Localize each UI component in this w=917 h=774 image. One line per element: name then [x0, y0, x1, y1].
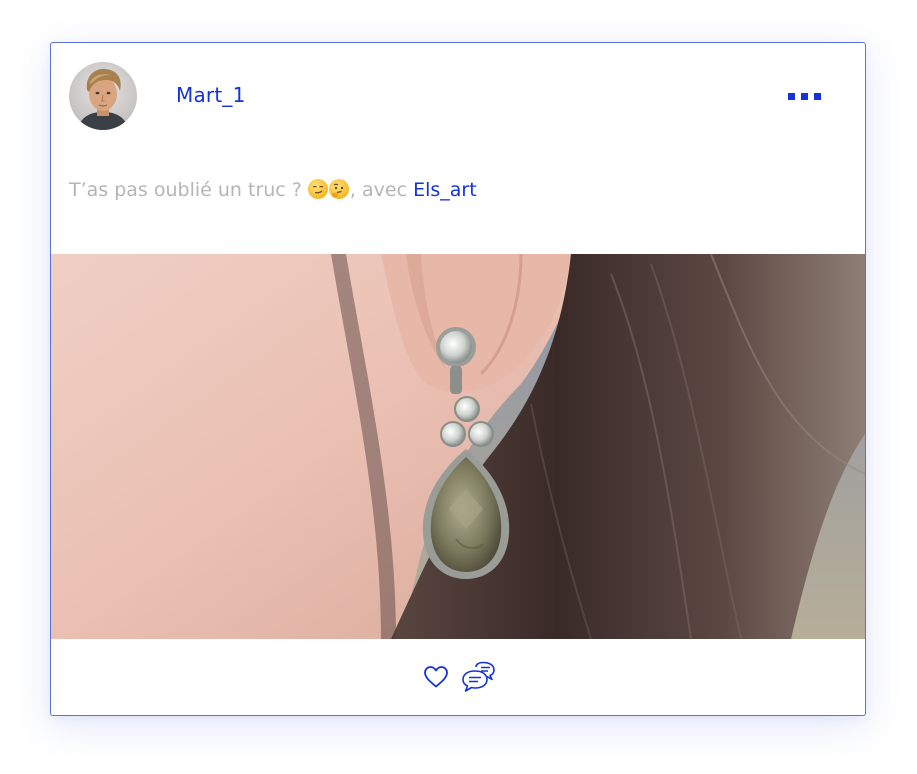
- username-link[interactable]: Mart_1: [176, 83, 246, 107]
- caption-with-text: , avec: [349, 179, 414, 201]
- heart-icon[interactable]: [423, 665, 449, 689]
- post-photo[interactable]: [51, 254, 865, 639]
- avatar[interactable]: [69, 62, 137, 130]
- thinking-face-emoji-icon: [328, 179, 349, 199]
- earring-photo: [51, 254, 865, 639]
- smirking-face-emoji-icon: [307, 179, 328, 199]
- comments-icon[interactable]: [461, 661, 497, 693]
- post-caption: T’as pas oublié un truc ? , avec Els_art: [69, 179, 477, 201]
- more-options-icon[interactable]: [779, 81, 829, 111]
- caption-text: T’as pas oublié un truc ?: [69, 179, 308, 201]
- post-header: Mart_1: [51, 43, 865, 148]
- avatar-image: [69, 62, 137, 130]
- post-card: Mart_1 T’as pas oublié un truc ? , avec …: [50, 42, 866, 716]
- mention-link[interactable]: Els_art: [413, 179, 477, 201]
- post-footer: [51, 639, 865, 715]
